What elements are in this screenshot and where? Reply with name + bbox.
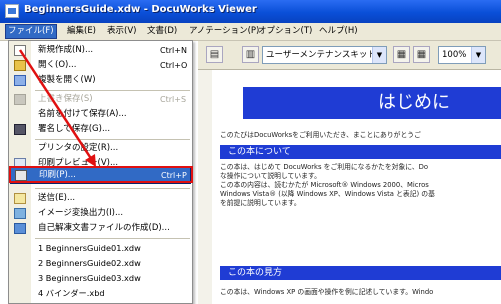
highlight-arrow: [18, 49, 96, 167]
